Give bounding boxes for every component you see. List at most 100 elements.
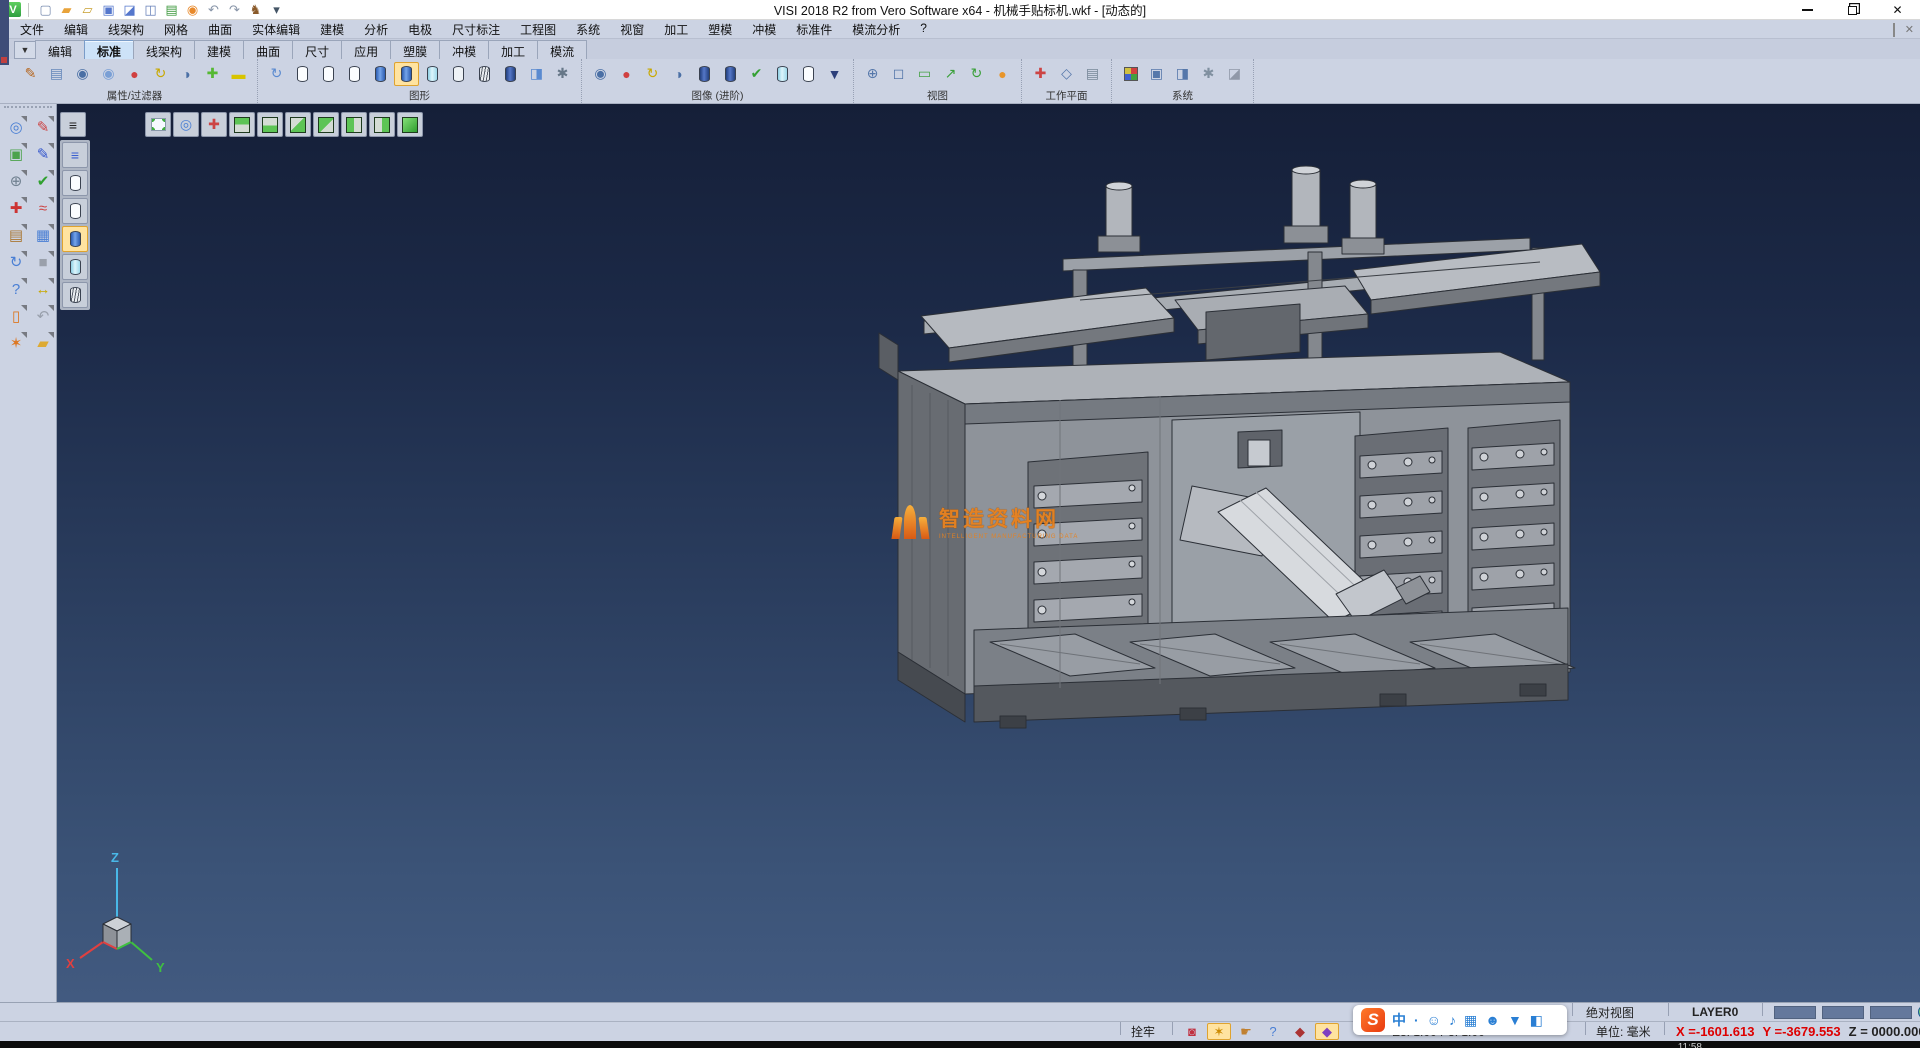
adv-traffic-light-icon[interactable]: ●: [614, 62, 639, 86]
tab-surface[interactable]: 曲面: [243, 40, 293, 59]
system-layers-icon[interactable]: ◪: [1222, 62, 1247, 86]
delete-trash-icon[interactable]: ▯: [3, 303, 29, 329]
adv-cone-icon[interactable]: ▼: [822, 62, 847, 86]
system-monitor-icon[interactable]: ◨: [1170, 62, 1195, 86]
sketch-curve-icon[interactable]: ✎: [30, 141, 56, 167]
menu-electrode[interactable]: 电极: [398, 19, 442, 40]
menu-moldflow[interactable]: 模流分析: [842, 19, 910, 40]
confirm-selection-icon[interactable]: ✔: [30, 168, 56, 194]
color-swatch-1[interactable]: [1774, 1006, 1816, 1019]
adv-refresh-icon[interactable]: ↻: [640, 62, 665, 86]
workplane-create-icon[interactable]: ✚: [1028, 62, 1053, 86]
ime-voice-icon[interactable]: ♪: [1449, 1012, 1456, 1028]
system-settings-icon[interactable]: ✱: [1196, 62, 1221, 86]
tab-standard[interactable]: 标准: [84, 40, 134, 59]
workplane-list-icon[interactable]: ▤: [1080, 62, 1105, 86]
toggle-visibility-icon[interactable]: ◑: [174, 62, 199, 86]
rotate-cube-icon[interactable]: ◆: [1288, 1023, 1312, 1040]
tab-wireframe[interactable]: 线架构: [133, 40, 195, 59]
shaded-view-icon[interactable]: ●: [990, 62, 1015, 86]
close-button[interactable]: ✕: [1875, 0, 1920, 20]
mdi-restore-button[interactable]: [1893, 24, 1895, 36]
menu-edit[interactable]: 编辑: [54, 19, 98, 40]
adv-flag-icon[interactable]: [770, 62, 795, 86]
render-hatched-icon[interactable]: [472, 62, 497, 86]
frame-select-icon[interactable]: ▣: [3, 141, 29, 167]
status-help-icon[interactable]: ?: [1261, 1023, 1285, 1040]
adv-validate-icon[interactable]: ✔: [744, 62, 769, 86]
show-all-icon[interactable]: ✚: [200, 62, 225, 86]
windows-taskbar-edge[interactable]: 11:58: [0, 1041, 1920, 1048]
filter-traffic-light-icon[interactable]: ●: [122, 62, 147, 86]
pan-view-icon[interactable]: ↗: [938, 62, 963, 86]
tab-edit[interactable]: 编辑: [35, 40, 85, 59]
spline-edit-icon[interactable]: ≈: [30, 195, 56, 221]
menu-standard-parts[interactable]: 标准件: [786, 19, 842, 40]
adv-shade-dark2-icon[interactable]: [718, 62, 743, 86]
shade-mode-icon[interactable]: ■: [30, 249, 56, 275]
menu-drawing[interactable]: 工程图: [510, 19, 566, 40]
new-file-icon[interactable]: ▢: [36, 1, 55, 18]
open-folder-icon[interactable]: ▰: [57, 1, 76, 18]
ime-keyboard-icon[interactable]: ▦: [1464, 1012, 1477, 1029]
tab-molding[interactable]: 塑膜: [390, 40, 440, 59]
system-colors-icon[interactable]: [1118, 62, 1143, 86]
rotate-view-icon[interactable]: ↻: [964, 62, 989, 86]
tab-application[interactable]: 应用: [341, 40, 391, 59]
menu-system[interactable]: 系统: [566, 19, 610, 40]
refresh-filter-icon[interactable]: ↻: [148, 62, 173, 86]
more-commands-icon[interactable]: ▾: [267, 1, 286, 18]
magic-wand-icon[interactable]: ✶: [1207, 1023, 1231, 1040]
preview-icon[interactable]: ◉: [183, 1, 202, 18]
menu-solid-edit[interactable]: 实体编辑: [242, 19, 310, 40]
render-hidden-line-icon[interactable]: [316, 62, 341, 86]
open-document-icon[interactable]: ▱: [78, 1, 97, 18]
menu-analysis[interactable]: 分析: [354, 19, 398, 40]
save-icon[interactable]: ▣: [99, 1, 118, 18]
menu-surface[interactable]: 曲面: [198, 19, 242, 40]
zoom-fit-icon[interactable]: ▭: [912, 62, 937, 86]
lock-toggle[interactable]: 拴牢: [1131, 1022, 1155, 1041]
tab-moldflow[interactable]: 模流: [537, 40, 587, 59]
render-shaded-icon[interactable]: [368, 62, 393, 86]
pointer-hand-icon[interactable]: ☛: [1234, 1023, 1258, 1040]
hide-entities-icon[interactable]: ◉: [96, 62, 121, 86]
system-display-icon[interactable]: ▣: [1144, 62, 1169, 86]
erase-entity-icon[interactable]: ✎: [30, 114, 56, 140]
move-entity-icon[interactable]: ✚: [3, 195, 29, 221]
layer-label[interactable]: LAYER0: [1692, 1003, 1738, 1021]
adv-show-icon[interactable]: ◉: [588, 62, 613, 86]
save-all-icon[interactable]: ◪: [120, 1, 139, 18]
ime-lang-chinese[interactable]: 中: [1392, 1010, 1406, 1030]
ime-person-icon[interactable]: ☻: [1485, 1012, 1500, 1028]
ime-punctuation[interactable]: ·: [1414, 1012, 1419, 1028]
tab-overflow-caret[interactable]: ▼: [14, 41, 36, 59]
ime-emoji-icon[interactable]: ☺: [1427, 1012, 1441, 1028]
graphics-copy-icon[interactable]: ◨: [524, 62, 549, 86]
render-translucent-icon[interactable]: [420, 62, 445, 86]
macro-icon[interactable]: ♞: [246, 1, 265, 18]
absolute-view-label[interactable]: 绝对视图: [1586, 1003, 1634, 1021]
menu-window[interactable]: 视窗: [610, 19, 654, 40]
zoom-window-icon[interactable]: ◻: [886, 62, 911, 86]
minimize-button[interactable]: [1785, 0, 1830, 20]
menu-wireframe[interactable]: 线架构: [98, 19, 154, 40]
window-layout-icon[interactable]: ▦: [30, 222, 56, 248]
show-entities-icon[interactable]: ◉: [70, 62, 95, 86]
ime-skin-icon[interactable]: ▼: [1508, 1012, 1522, 1028]
menu-die[interactable]: 冲模: [742, 19, 786, 40]
entity-attributes-icon[interactable]: ▤: [3, 222, 29, 248]
export-icon[interactable]: ◫: [141, 1, 160, 18]
render-flat-icon[interactable]: [446, 62, 471, 86]
refresh-view-icon[interactable]: ↻: [3, 249, 29, 275]
graphics-settings-icon[interactable]: ✱: [550, 62, 575, 86]
viewcube-icon[interactable]: ◆: [1315, 1023, 1339, 1040]
viewport-3d[interactable]: ≡ ◎✚ ≡: [57, 104, 1920, 1002]
render-dashed-icon[interactable]: [342, 62, 367, 86]
regenerate-icon[interactable]: ↻: [264, 62, 289, 86]
mdi-close-button[interactable]: ✕: [1905, 23, 1914, 36]
tab-dimension[interactable]: 尺寸: [292, 40, 342, 59]
render-wireframe-icon[interactable]: [290, 62, 315, 86]
menu-mold[interactable]: 塑模: [698, 19, 742, 40]
menu-dimension[interactable]: 尺寸标注: [442, 19, 510, 40]
